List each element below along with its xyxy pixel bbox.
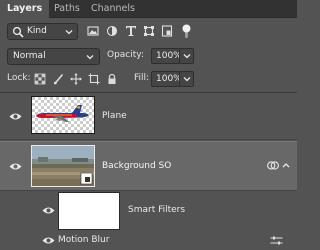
smart-filter-mask-thumbnail (58, 192, 120, 230)
chevron-down-icon (183, 54, 191, 59)
background-thumbnail-image (32, 146, 94, 186)
layer-row-plane[interactable]: Plane (0, 93, 297, 140)
filter-kind-dropdown[interactable]: Kind (7, 23, 78, 40)
chevron-down-icon (86, 55, 94, 60)
search-icon (12, 26, 24, 38)
fill-label: Fill: (134, 73, 150, 83)
blend-row: Normal Opacity: 100% (0, 48, 297, 66)
lock-position-icon[interactable] (70, 73, 82, 85)
opacity-label: Opacity: (107, 50, 144, 60)
filter-toggle-icon[interactable] (182, 24, 191, 39)
lock-artboard-icon[interactable] (88, 73, 100, 85)
lock-all-icon[interactable] (106, 73, 118, 85)
blend-mode-label: Normal (13, 51, 46, 61)
chevron-down-icon (65, 30, 73, 35)
lock-label: Lock: (7, 73, 31, 83)
layer-row-motion-blur[interactable]: Motion Blur (0, 230, 297, 250)
lock-row: Lock: Fill: 100% (0, 71, 297, 89)
layer-name-smart-filters: Smart Filters (128, 205, 186, 215)
layer-row-background-so[interactable]: Background SO (0, 141, 297, 191)
type-filter-icon[interactable] (125, 25, 137, 37)
pixel-filter-icon[interactable] (87, 25, 99, 37)
opacity-dropdown-button[interactable] (179, 48, 194, 64)
lock-image-pixels-icon[interactable] (53, 73, 65, 85)
panel-tab-bar: Layers Paths Channels (0, 0, 297, 18)
tab-paths[interactable]: Paths (47, 0, 87, 18)
visibility-eye-icon[interactable] (9, 112, 22, 121)
chevron-up-icon[interactable] (282, 162, 290, 169)
blend-mode-dropdown[interactable]: Normal (7, 48, 100, 65)
visibility-eye-icon[interactable] (9, 162, 22, 171)
visibility-eye-icon[interactable] (42, 206, 55, 215)
layer-row-smart-filters[interactable]: Smart Filters (0, 192, 297, 230)
layer-filter-row: Kind (0, 23, 297, 41)
opacity-input[interactable]: 100% (151, 48, 182, 64)
layer-name-plane: Plane (102, 111, 127, 121)
layer-name-motion-blur: Motion Blur (58, 235, 110, 245)
adjustment-filter-icon[interactable] (106, 25, 118, 37)
chevron-down-icon (183, 77, 191, 82)
fill-dropdown-button[interactable] (179, 71, 194, 87)
lock-transparent-pixels-icon[interactable] (34, 73, 46, 85)
smart-object-filter-icon[interactable] (161, 25, 173, 37)
filter-effects-icon (267, 161, 279, 170)
filter-blending-options-icon[interactable] (270, 236, 283, 245)
shape-filter-icon[interactable] (143, 25, 155, 37)
tab-channels[interactable]: Channels (84, 0, 142, 18)
plane-thumbnail-image (32, 97, 94, 133)
layer-thumbnail-plane (31, 96, 95, 134)
filter-kind-label: Kind (27, 26, 47, 36)
fill-input[interactable]: 100% (151, 71, 182, 87)
layer-thumbnail-background-so (31, 145, 95, 187)
tab-layers[interactable]: Layers (0, 0, 50, 18)
visibility-eye-icon[interactable] (42, 236, 55, 245)
layer-name-background-so: Background SO (102, 161, 172, 171)
